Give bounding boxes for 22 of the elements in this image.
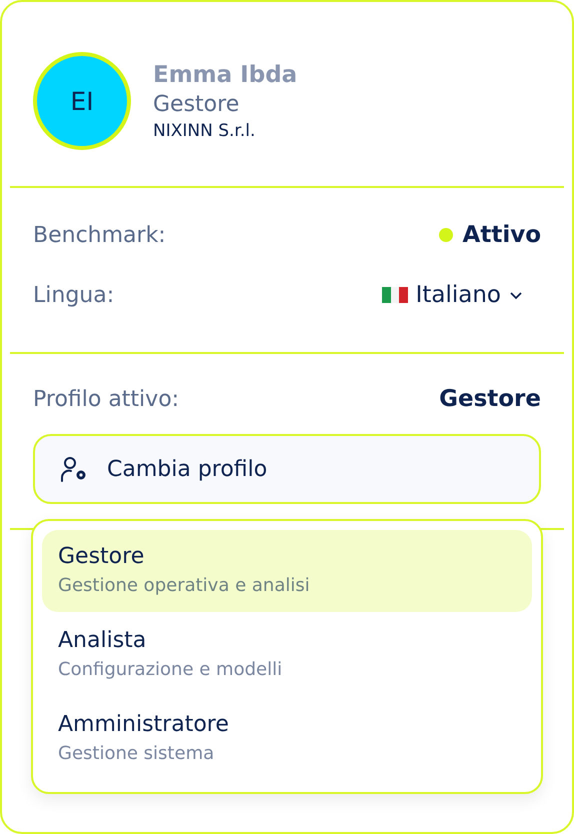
user-role: Gestore	[153, 92, 240, 116]
profile-value: Gestore	[439, 386, 541, 412]
option-description: Configurazione e modelli	[58, 659, 284, 680]
language-select[interactable]: Italiano	[382, 282, 541, 308]
setting-label: Benchmark:	[33, 222, 166, 248]
option-description: Gestione operativa e analisi	[58, 575, 311, 596]
profile-option[interactable]: Gestore Gestione operativa e analisi	[42, 530, 532, 612]
profile-label: Profilo attivo:	[33, 386, 180, 412]
avatar: EI	[33, 52, 131, 150]
profile-option[interactable]: Amministratore Gestione sistema	[42, 698, 532, 780]
profile-option[interactable]: Analista Configurazione e modelli	[42, 614, 532, 696]
chevron-down-icon	[509, 290, 523, 300]
company-name: NIXINN S.r.l.	[153, 120, 256, 140]
option-title: Gestore	[58, 544, 146, 569]
setting-label: Lingua:	[33, 282, 114, 308]
status-value: Attivo	[462, 222, 541, 248]
option-title: Amministratore	[58, 712, 230, 737]
italy-flag-icon	[382, 286, 408, 304]
option-description: Gestione sistema	[58, 743, 216, 764]
user-name: Emma Ibda	[153, 62, 298, 88]
change-profile-button[interactable]: Cambia profilo	[33, 434, 541, 504]
option-title: Analista	[58, 628, 148, 653]
